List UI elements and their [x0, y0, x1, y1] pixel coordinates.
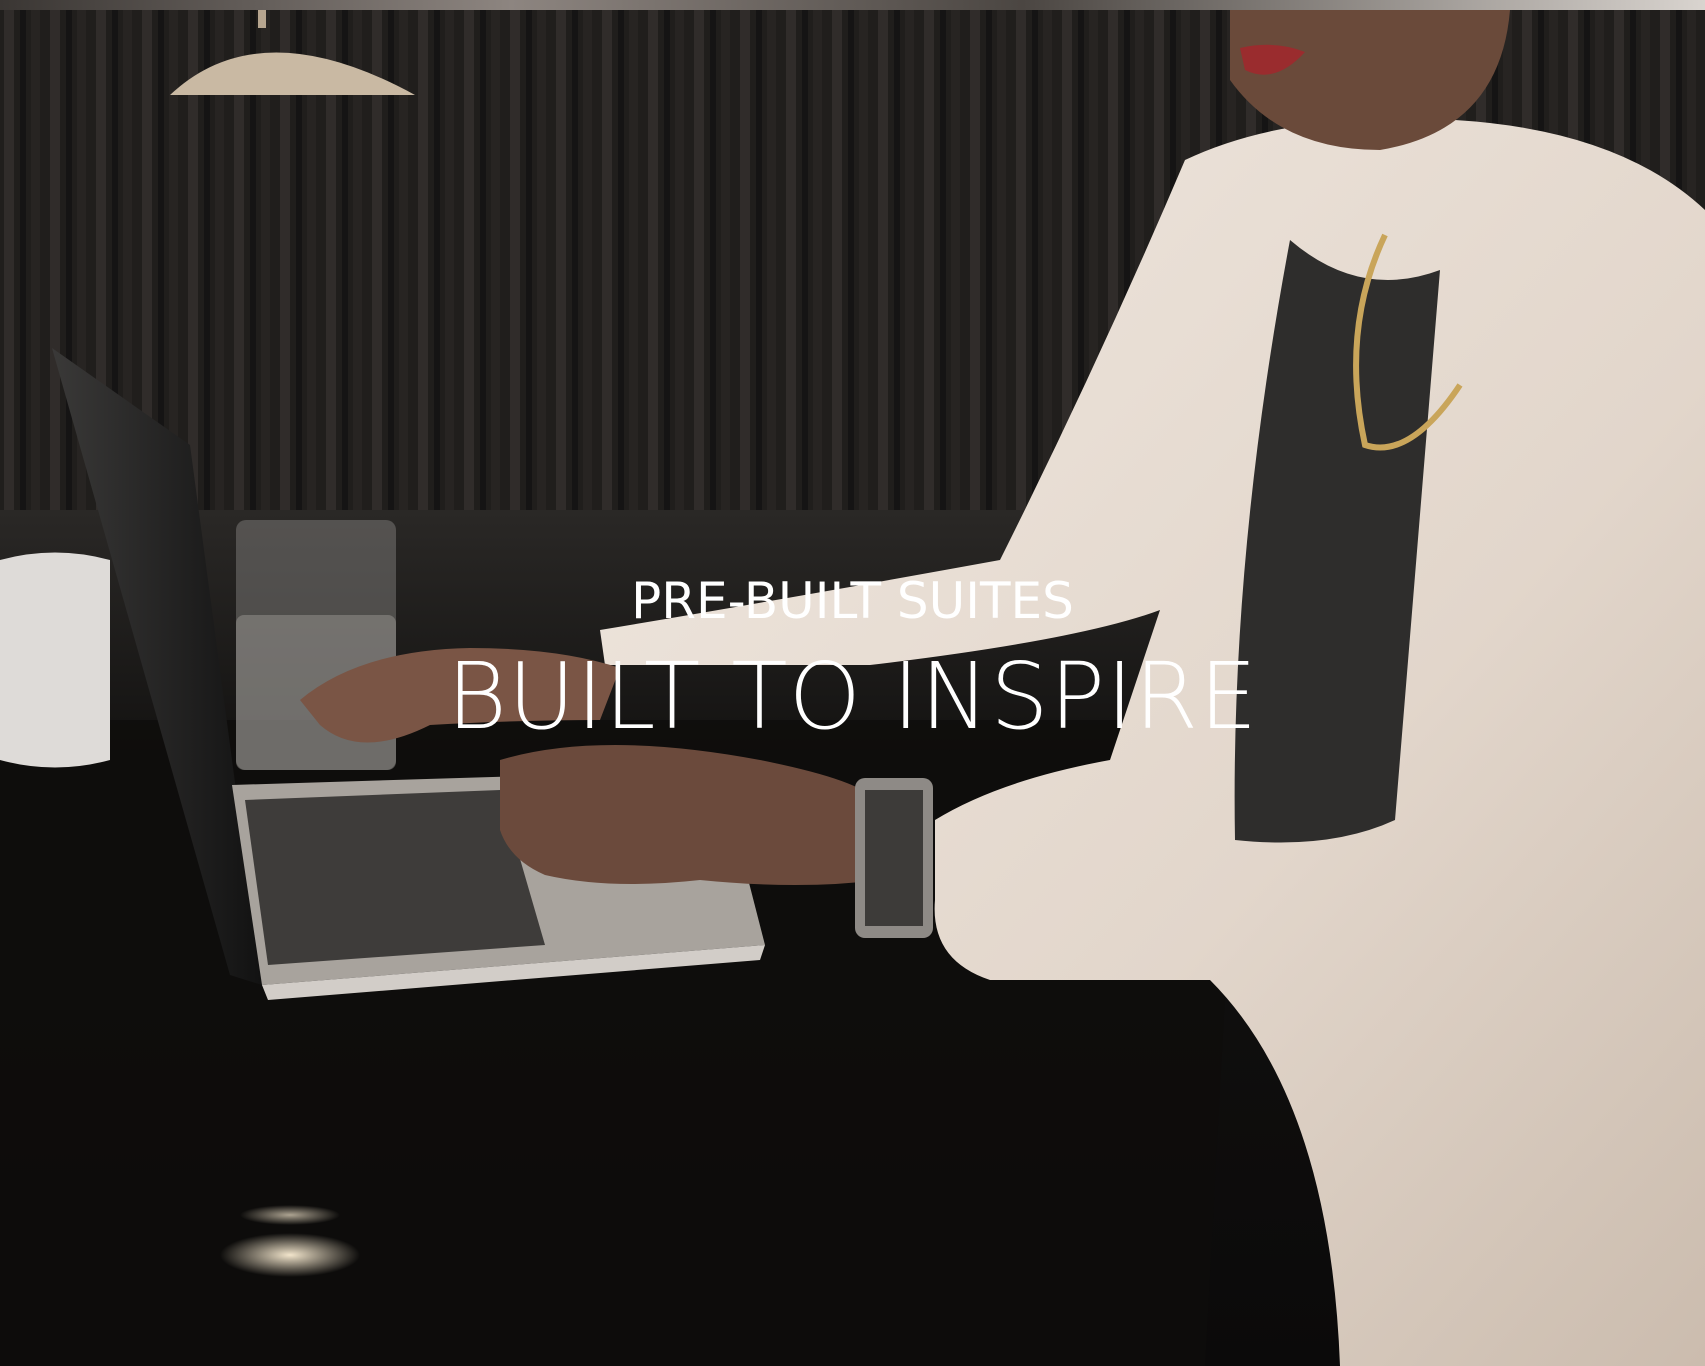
hero-text-block: PRE-BUILT SUITES BUILT TO INSPIRE: [0, 568, 1705, 752]
hero-eyebrow: PRE-BUILT SUITES: [631, 572, 1074, 630]
hero-banner: PRE-BUILT SUITES BUILT TO INSPIRE: [0, 0, 1705, 1366]
hero-headline: BUILT TO INSPIRE: [446, 643, 1259, 750]
